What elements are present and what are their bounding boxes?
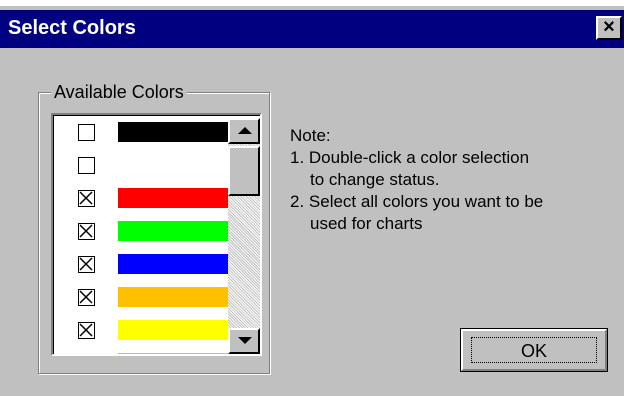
note-line-1b: to change status. <box>310 170 440 189</box>
color-list[interactable] <box>54 120 229 354</box>
color-checkbox[interactable] <box>78 190 95 207</box>
color-list-item[interactable] <box>54 219 229 252</box>
checked-x-icon <box>79 224 93 238</box>
ok-button[interactable]: OK <box>460 328 608 372</box>
title-bar[interactable]: Select Colors × <box>0 10 624 48</box>
color-swatch <box>118 254 228 274</box>
color-list-item[interactable] <box>54 285 229 318</box>
arrow-up-icon <box>238 127 252 134</box>
color-listbox[interactable] <box>51 113 262 356</box>
checked-x-icon <box>79 323 93 337</box>
note-line-1: 1. Double-click a color selection <box>290 148 530 167</box>
color-checkbox[interactable] <box>78 157 95 174</box>
scroll-down-button[interactable] <box>228 328 260 354</box>
color-swatch <box>118 353 228 354</box>
vertical-scrollbar[interactable] <box>228 118 260 354</box>
color-swatch <box>118 320 228 340</box>
color-swatch <box>118 287 228 307</box>
color-list-item[interactable] <box>54 120 229 153</box>
color-checkbox[interactable] <box>78 223 95 240</box>
note-line-2: 2. Select all colors you want to be <box>290 192 544 211</box>
color-swatch <box>118 155 228 175</box>
color-checkbox[interactable] <box>78 124 95 141</box>
available-colors-label: Available Colors <box>51 81 187 103</box>
color-swatch <box>118 188 228 208</box>
color-checkbox[interactable] <box>78 322 95 339</box>
note-heading: Note: <box>290 126 331 145</box>
scroll-thumb[interactable] <box>228 146 260 196</box>
arrow-down-icon <box>238 337 252 344</box>
color-list-item[interactable] <box>54 153 229 186</box>
color-swatch <box>118 122 228 142</box>
scroll-up-button[interactable] <box>228 118 260 144</box>
color-list-item[interactable] <box>54 252 229 285</box>
checked-x-icon <box>79 290 93 304</box>
checked-x-icon <box>79 191 93 205</box>
ok-button-label: OK <box>471 337 597 363</box>
close-icon: × <box>603 16 615 38</box>
note-line-2b: used for charts <box>310 214 423 233</box>
color-list-item[interactable] <box>54 318 229 351</box>
color-list-item[interactable] <box>54 186 229 219</box>
close-button[interactable]: × <box>596 16 622 40</box>
color-checkbox[interactable] <box>78 256 95 273</box>
note-text: Note: 1. Double-click a color selection … <box>290 125 620 235</box>
color-list-item[interactable] <box>54 351 229 354</box>
color-swatch <box>118 221 228 241</box>
dialog-title: Select Colors <box>8 17 136 39</box>
color-checkbox[interactable] <box>78 289 95 306</box>
checked-x-icon <box>79 257 93 271</box>
